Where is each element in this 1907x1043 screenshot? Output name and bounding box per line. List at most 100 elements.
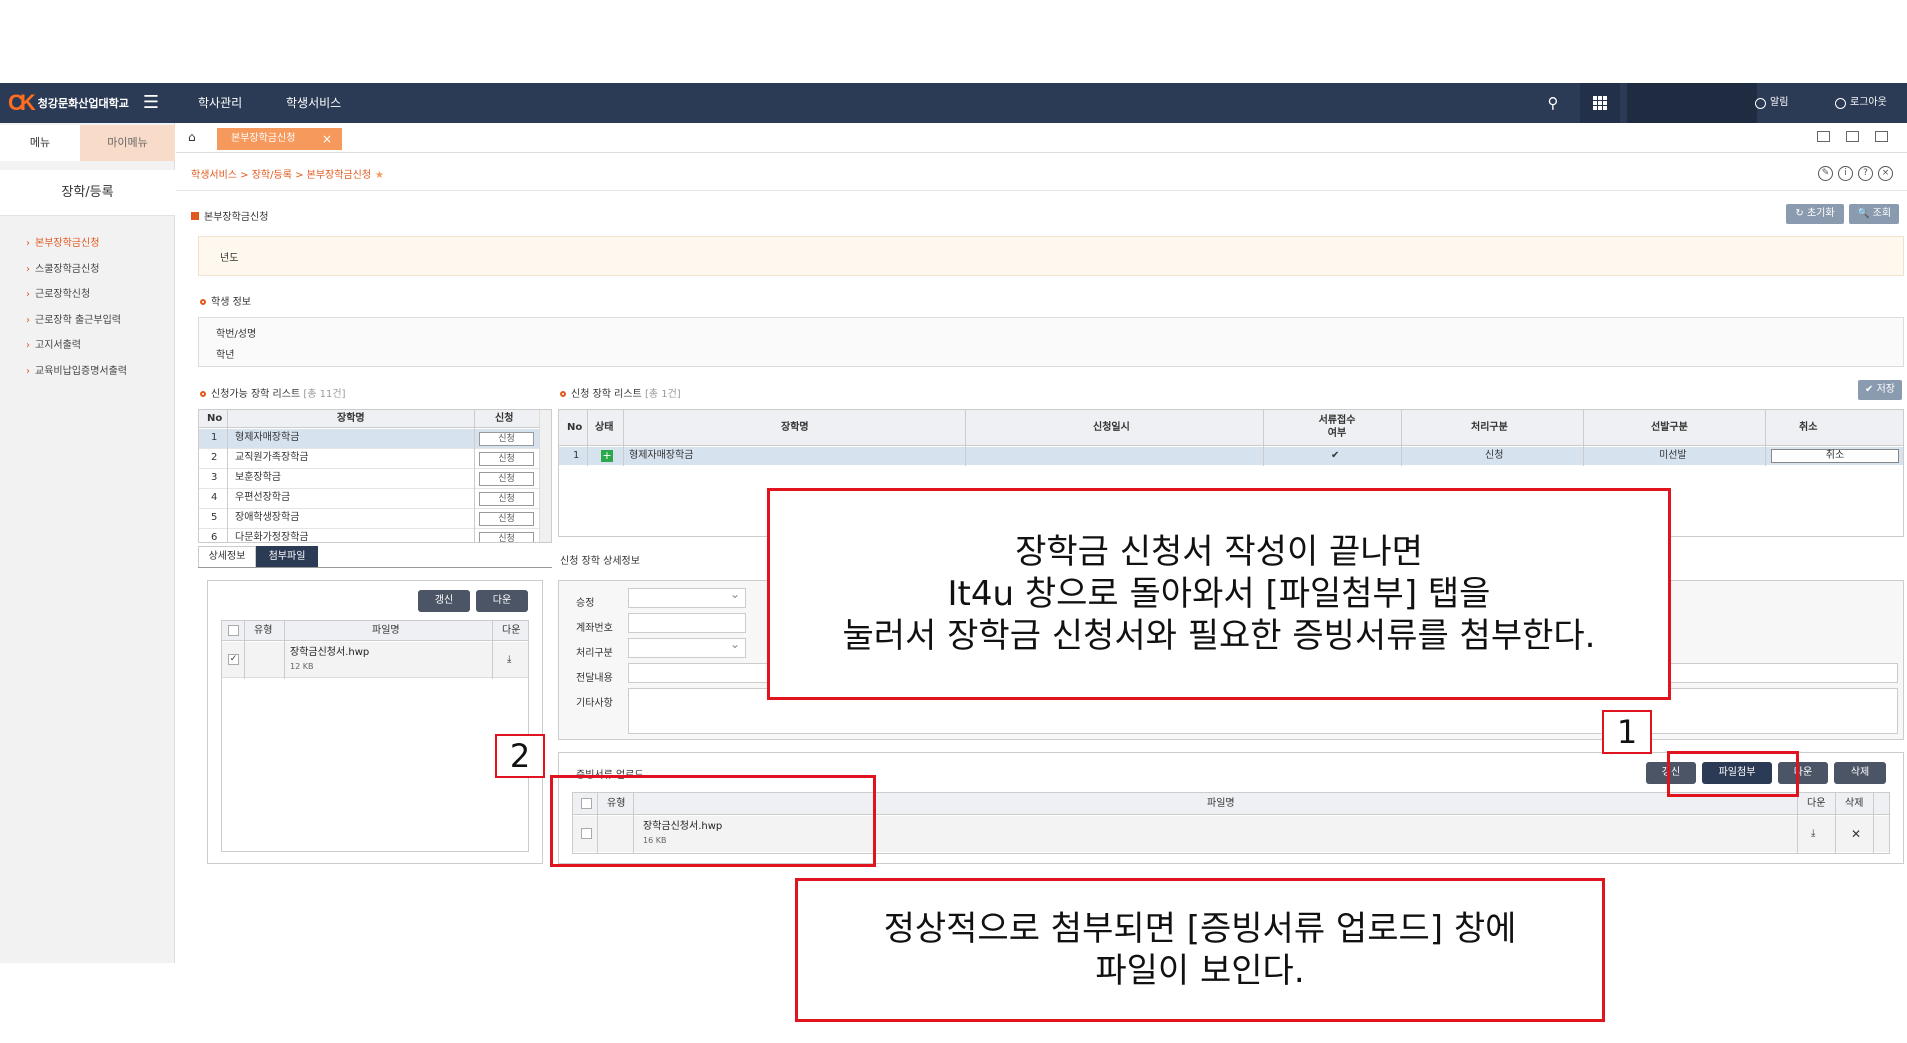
apply-button[interactable]: 신청 (479, 492, 534, 506)
table-row[interactable]: 1 형제자매장학금 신청 (199, 429, 539, 449)
detail-info-title: 신청 장학 상세정보 (560, 556, 640, 567)
search-icon[interactable]: ⚲ (1540, 90, 1566, 116)
sidebar-item-label: 스쿨장학금신청 (35, 264, 100, 275)
new-window-icon[interactable] (1846, 131, 1859, 142)
callout-line: 눌러서 장학금 신청서와 필요한 증빙서류를 첨부한다. (842, 616, 1596, 656)
row-proc: 신청 (1485, 450, 1504, 461)
column-divider (227, 410, 228, 542)
tab-detail-info[interactable]: 상세정보 (198, 546, 256, 568)
row-name: 보훈장학금 (235, 472, 281, 483)
apply-button[interactable]: 신청 (479, 532, 534, 542)
page-tab-main-scholarship[interactable]: 본부장학금신청 × (217, 128, 342, 150)
divider (176, 190, 1907, 191)
school-logo[interactable]: CK 청강문화산업대학교 (8, 90, 129, 116)
table-row[interactable]: 6 다문화가정장학금 신청 (199, 529, 539, 543)
cancel-button[interactable]: 취소 (1771, 449, 1899, 463)
sidebar-item-main-scholarship[interactable]: › 본부장학금신청 (26, 236, 99, 252)
table-row[interactable]: ✓ 장학금신청서.hwp 12 KB ⤓ (222, 642, 528, 678)
delete-button[interactable]: 삭제 (1834, 762, 1886, 784)
bank-select[interactable] (628, 587, 746, 608)
reset-button[interactable]: ↻ 초기화 (1786, 204, 1844, 224)
table-scrollbar[interactable] (539, 410, 551, 542)
header-date: 신청일시 (1093, 422, 1130, 433)
star-icon[interactable]: ★ (375, 170, 384, 181)
tab-my-menu[interactable]: 마이메뉴 (80, 125, 175, 161)
available-list-title: 신청가능 장학 리스트 [총 11건] (200, 385, 345, 400)
power-icon (1835, 97, 1846, 109)
callout-line: 파일이 보인다. (1095, 951, 1305, 991)
row-checkbox[interactable]: ✓ (228, 654, 239, 665)
page-tab-strip (176, 123, 1907, 153)
window-icon[interactable] (1817, 131, 1830, 142)
column-divider (587, 410, 588, 466)
page-title-text: 본부장학금신청 (204, 212, 269, 223)
home-icon[interactable]: ⌂ (188, 130, 196, 144)
column-divider (244, 621, 245, 679)
close-icon[interactable]: × (322, 128, 332, 150)
plus-status-icon[interactable]: + (601, 450, 613, 462)
download-icon[interactable]: ⤓ (507, 642, 511, 677)
table-row[interactable]: 3 보훈장학금 신청 (199, 469, 539, 489)
process-type-select[interactable] (628, 637, 746, 658)
close-circle-icon[interactable]: × (1878, 166, 1893, 181)
help-icon[interactable]: ? (1858, 166, 1873, 181)
menu-student-service[interactable]: 학생서비스 (286, 90, 341, 116)
popup-window-icon[interactable] (1875, 131, 1888, 142)
column-divider (1873, 793, 1874, 853)
save-button[interactable]: ✔ 저장 (1858, 380, 1902, 400)
row-no: 6 (211, 532, 218, 543)
apply-button[interactable]: 신청 (479, 432, 534, 446)
grid-icon (1593, 96, 1607, 110)
download-button[interactable]: 다운 (476, 590, 528, 612)
student-id-label: 학번/성명 (216, 329, 257, 340)
row-name: 형제자매장학금 (235, 432, 300, 443)
download-icon[interactable]: ⤓ (1811, 816, 1815, 852)
section-title-text: 학생 정보 (211, 297, 251, 308)
account-number-input[interactable] (628, 613, 746, 633)
file-name: 장학금신청서.hwp (290, 647, 370, 658)
sidebar-item-attendance-input[interactable]: › 근로장학 출근부입력 (26, 313, 121, 329)
table-row[interactable]: 2 교직원가족장학금 신청 (199, 449, 539, 469)
file-info: 장학금신청서.hwp 12 KB (290, 646, 369, 681)
column-divider (1835, 793, 1836, 853)
sidebar-item-bill-print[interactable]: › 고지서출력 (26, 338, 81, 354)
apply-button[interactable]: 신청 (479, 512, 534, 526)
hamburger-menu-icon[interactable]: ☰ (140, 90, 162, 116)
sidebar-item-school-scholarship[interactable]: › 스쿨장학금신청 (26, 262, 99, 278)
select-all-checkbox[interactable] (228, 625, 239, 636)
header-download: 다운 (502, 625, 521, 636)
edit-icon[interactable]: ✎ (1818, 166, 1833, 181)
column-divider (1765, 410, 1766, 466)
sidebar-item-label: 본부장학금신청 (35, 238, 100, 249)
page-title: 본부장학금신청 (191, 208, 268, 223)
chevron-right-icon: › (26, 264, 30, 275)
bullet-icon (560, 391, 566, 397)
info-icon[interactable]: i (1838, 166, 1853, 181)
doc-check-icon: ✔ (1331, 450, 1340, 461)
header-select: 선발구분 (1651, 422, 1688, 433)
refresh-button[interactable]: 갱신 (418, 590, 470, 612)
tab-menu[interactable]: 메뉴 (0, 125, 80, 161)
student-info-box (198, 317, 1904, 367)
apps-grid-button[interactable] (1580, 83, 1620, 123)
notify-button[interactable]: 알림 (1755, 90, 1788, 116)
tab-attachments[interactable]: 첨부파일 (256, 546, 318, 568)
logout-button[interactable]: 로그아웃 (1835, 90, 1887, 116)
row-name: 교직원가족장학금 (235, 452, 309, 463)
table-row[interactable]: 4 우편선장학금 신청 (199, 489, 539, 509)
delete-icon[interactable]: ✕ (1851, 816, 1861, 852)
table-row[interactable]: 1 + 형제자매장학금 ✔ 신청 미선발 취소 (559, 447, 1903, 465)
column-divider (965, 410, 966, 466)
title-square-icon (191, 212, 199, 220)
table-row[interactable]: 5 장애학생장학금 신청 (199, 509, 539, 529)
sidebar-item-label: 교육비납입증명서출력 (35, 366, 127, 377)
sidebar-item-work-scholarship[interactable]: › 근로장학신청 (26, 287, 90, 303)
search-button[interactable]: 🔍 조회 (1849, 204, 1899, 224)
form-label: 처리구분 (576, 648, 613, 659)
menu-academic[interactable]: 학사관리 (198, 90, 242, 116)
chevron-right-icon: › (26, 315, 30, 326)
apply-button[interactable]: 신청 (479, 452, 534, 466)
header-download: 다운 (1807, 798, 1826, 809)
sidebar-item-payment-certificate[interactable]: › 교육비납입증명서출력 (26, 364, 127, 380)
apply-button[interactable]: 신청 (479, 472, 534, 486)
